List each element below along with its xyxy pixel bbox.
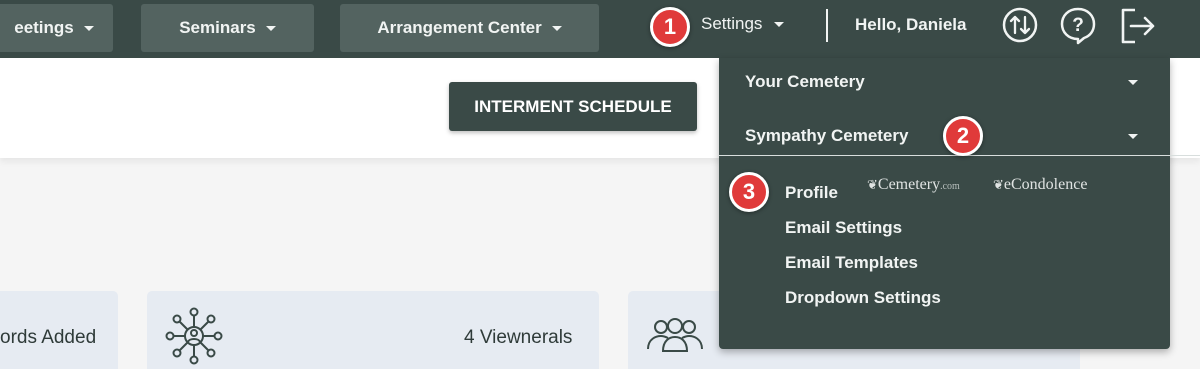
nav-divider — [826, 9, 828, 42]
nav-meetings-button[interactable]: eetings — [0, 4, 113, 52]
records-added-card[interactable]: ords Added — [0, 291, 118, 369]
chevron-down-icon — [265, 25, 276, 31]
sort-arrows-icon[interactable] — [1001, 6, 1039, 49]
dropdown-item-email-settings[interactable]: Email Settings — [785, 218, 902, 238]
viewnerals-count: 4 Viewnerals — [464, 327, 573, 348]
chevron-down-icon — [774, 21, 785, 27]
interment-schedule-button[interactable]: INTERMENT SCHEDULE — [449, 82, 697, 131]
step-badge-3: 3 — [729, 172, 769, 212]
chevron-down-icon — [83, 25, 94, 31]
dropdown-section-your-cemetery[interactable]: Your Cemetery — [745, 72, 865, 92]
network-icon — [165, 307, 223, 369]
user-greeting: Hello, Daniela — [855, 15, 967, 34]
step-badge-1: 1 — [650, 7, 690, 47]
nav-arrangement-center-button[interactable]: Arrangement Center — [340, 4, 599, 52]
help-icon[interactable]: ? — [1059, 6, 1097, 51]
nav-arrangement-center-label: Arrangement Center — [377, 18, 542, 37]
cemetery-com-logo: ❦Cemetery.com — [867, 176, 960, 193]
dropdown-item-dropdown-settings[interactable]: Dropdown Settings — [785, 288, 941, 308]
dropdown-item-profile[interactable]: Profile — [785, 183, 838, 203]
flame-icon: ❦ — [867, 177, 878, 192]
step-badge-2: 2 — [943, 116, 983, 156]
dropdown-item-email-templates[interactable]: Email Templates — [785, 253, 918, 273]
svg-text:?: ? — [1072, 15, 1084, 36]
chevron-down-icon[interactable] — [1128, 134, 1138, 139]
nav-seminars-button[interactable]: Seminars — [141, 4, 314, 52]
viewnerals-card[interactable]: 4 Viewnerals — [147, 291, 599, 369]
flame-icon: ❦ — [993, 177, 1004, 192]
records-added-label: ords Added — [0, 327, 97, 348]
nav-meetings-label: eetings — [14, 18, 74, 37]
chevron-down-icon — [551, 25, 562, 31]
users-group-icon — [646, 317, 704, 362]
logout-icon[interactable] — [1117, 6, 1159, 51]
settings-menu-toggle[interactable]: Settings — [701, 14, 785, 34]
dropdown-section-sympathy-cemetery[interactable]: Sympathy Cemetery — [745, 126, 908, 146]
settings-label: Settings — [701, 14, 763, 33]
nav-seminars-label: Seminars — [179, 18, 256, 37]
chevron-down-icon[interactable] — [1128, 80, 1138, 85]
econdolence-logo: ❦eCondolence — [993, 176, 1088, 193]
